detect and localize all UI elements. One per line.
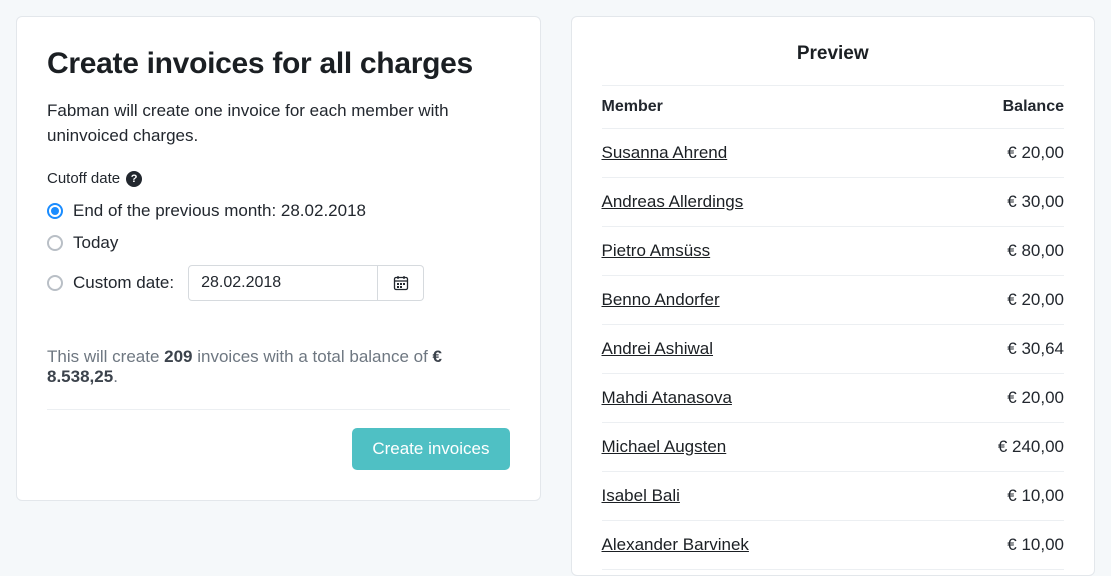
balance-cell: € 240,00 [921, 423, 1064, 472]
page-description: Fabman will create one invoice for each … [47, 99, 510, 148]
member-link[interactable]: Alexander Barvinek [602, 535, 749, 554]
help-icon[interactable]: ? [126, 171, 142, 187]
preview-table: Member Balance Susanna Ahrend€ 20,00Andr… [602, 85, 1065, 570]
balance-cell: € 20,00 [921, 129, 1064, 178]
table-row: Andrei Ashiwal € 30,64 [602, 325, 1065, 374]
cutoff-radio-group: End of the previous month: 28.02.2018 To… [47, 195, 510, 307]
custom-date-input[interactable] [188, 265, 378, 301]
page-title: Create invoices for all charges [47, 47, 510, 81]
balance-cell: € 30,00 [921, 178, 1064, 227]
member-link[interactable]: Andrei Ashiwal [602, 339, 714, 358]
radio-prev-month-row[interactable]: End of the previous month: 28.02.2018 [47, 195, 510, 227]
table-row: Mahdi Atanasova € 20,00 [602, 374, 1065, 423]
calendar-button[interactable] [378, 265, 424, 301]
member-link[interactable]: Pietro Amsüss [602, 241, 711, 260]
table-row: Andreas Allerdings € 30,00 [602, 178, 1065, 227]
member-link[interactable]: Isabel Bali [602, 486, 680, 505]
summary-text: This will create 209 invoices with a tot… [47, 347, 510, 410]
calendar-icon [393, 275, 409, 291]
balance-cell: € 20,00 [921, 276, 1064, 325]
member-link[interactable]: Mahdi Atanasova [602, 388, 732, 407]
radio-custom-label: Custom date: [73, 273, 174, 293]
radio-custom[interactable] [47, 275, 63, 291]
radio-prev-month[interactable] [47, 203, 63, 219]
radio-custom-row[interactable]: Custom date: [47, 259, 510, 307]
radio-today-label: Today [73, 233, 118, 253]
member-link[interactable]: Andreas Allerdings [602, 192, 744, 211]
balance-cell: € 30,64 [921, 325, 1064, 374]
preview-panel: Preview Member Balance Susanna Ahrend € 2… [571, 16, 1096, 576]
table-row: Alexander Barvinek € 10,00 [602, 521, 1065, 570]
table-row: Benno Andorfer € 20,00 [602, 276, 1065, 325]
actions-bar: Create invoices [47, 410, 510, 470]
balance-cell: € 10,00 [921, 472, 1064, 521]
radio-prev-month-label: End of the previous month: 28.02.2018 [73, 201, 366, 221]
create-invoices-panel: Create invoices for all charges Fabman w… [16, 16, 541, 501]
custom-date-group [188, 265, 424, 301]
table-row: Isabel Bali € 10,00 [602, 472, 1065, 521]
table-row: Michael Augsten € 240,00 [602, 423, 1065, 472]
balance-cell: € 10,00 [921, 521, 1064, 570]
balance-cell: € 20,00 [921, 374, 1064, 423]
cutoff-date-text: Cutoff date [47, 170, 120, 187]
column-header-balance: Balance [921, 86, 1064, 129]
member-link[interactable]: Benno Andorfer [602, 290, 720, 309]
table-row: Susanna Ahrend € 20,00 [602, 129, 1065, 178]
member-link[interactable]: Susanna Ahrend [602, 143, 728, 162]
preview-title: Preview [602, 37, 1065, 85]
radio-today-row[interactable]: Today [47, 227, 510, 259]
cutoff-date-label: Cutoff date ? [47, 170, 510, 187]
balance-cell: € 80,00 [921, 227, 1064, 276]
radio-today[interactable] [47, 235, 63, 251]
column-header-member: Member [602, 86, 921, 129]
invoice-count: 209 [164, 347, 192, 366]
create-invoices-button[interactable]: Create invoices [352, 428, 509, 470]
member-link[interactable]: Michael Augsten [602, 437, 727, 456]
table-row: Pietro Amsüss € 80,00 [602, 227, 1065, 276]
